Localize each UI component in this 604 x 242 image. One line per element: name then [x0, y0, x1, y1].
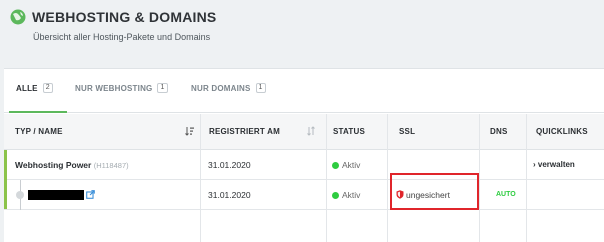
sort-icon[interactable] — [185, 126, 195, 136]
page-title: WEBHOSTING & DOMAINS — [32, 9, 217, 25]
manage-link-label: verwalten — [537, 160, 575, 169]
column-header-registered[interactable]: REGISTRIERT AM — [209, 127, 280, 136]
status-text: Aktiv — [342, 190, 361, 200]
external-link-icon[interactable] — [86, 190, 95, 199]
tree-node-icon — [16, 191, 24, 199]
package-id: (H118487) — [93, 161, 129, 170]
status-active-dot-icon — [332, 162, 339, 169]
table-header: TYP / NAME REGISTRIERT AM STATUS SSL DNS… — [4, 114, 604, 150]
status-badge: Aktiv — [332, 160, 360, 170]
sort-icon[interactable] — [306, 126, 316, 136]
table-row[interactable]: Webhosting Power (H118487) 31.01.2020 Ak… — [4, 150, 604, 210]
tab-count-badge: 1 — [157, 83, 168, 93]
tab-nur-domains[interactable]: NUR DOMAINS 1 — [191, 83, 266, 93]
active-tab-indicator — [9, 111, 67, 113]
tab-label: ALLE — [16, 83, 38, 93]
registered-date: 31.01.2020 — [208, 160, 251, 170]
page-subtitle: Übersicht aller Hosting-Pakete und Domai… — [33, 32, 211, 42]
registered-date: 31.01.2020 — [208, 190, 251, 200]
ssl-highlight-box — [390, 173, 479, 210]
tab-alle[interactable]: ALLE 2 — [16, 83, 53, 93]
column-header-status: STATUS — [333, 127, 366, 136]
tab-label: NUR WEBHOSTING — [75, 83, 153, 93]
tab-nur-webhosting[interactable]: NUR WEBHOSTING 1 — [75, 83, 168, 93]
column-header-dns: DNS — [490, 127, 508, 136]
dns-auto-badge: AUTO — [496, 191, 516, 198]
package-name: Webhosting Power (H118487) — [15, 160, 129, 170]
tab-count-badge: 1 — [255, 83, 266, 93]
status-badge: Aktiv — [332, 190, 360, 200]
manage-link[interactable]: › verwalten — [533, 160, 575, 169]
package-name-text: Webhosting Power — [15, 160, 92, 170]
status-text: Aktiv — [342, 160, 361, 170]
table-row[interactable]: 31.01.2020 Aktiv ungesichert AUTO — [4, 180, 604, 210]
filter-tabs: ALLE 2 NUR WEBHOSTING 1 NUR DOMAINS 1 — [4, 69, 604, 113]
content-panel: ALLE 2 NUR WEBHOSTING 1 NUR DOMAINS 1 TY… — [4, 68, 604, 242]
globe-icon — [10, 9, 26, 25]
chevron-right-icon: › — [533, 160, 536, 169]
page-header: WEBHOSTING & DOMAINS Übersicht aller Hos… — [0, 0, 604, 56]
tab-count-badge: 2 — [42, 83, 53, 93]
tab-label: NUR DOMAINS — [191, 83, 251, 93]
column-header-ssl: SSL — [399, 127, 416, 136]
column-header-quicklinks: QUICKLINKS — [536, 127, 588, 136]
redacted-domain-name — [28, 190, 84, 200]
column-header-name[interactable]: TYP / NAME — [15, 127, 63, 136]
status-active-dot-icon — [332, 192, 339, 199]
